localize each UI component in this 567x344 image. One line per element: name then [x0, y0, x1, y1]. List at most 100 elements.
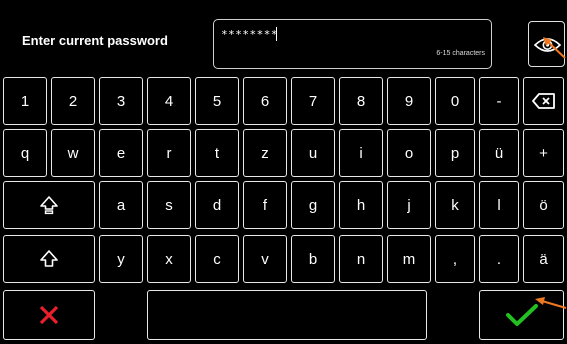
key-m[interactable]: m: [387, 235, 431, 283]
key-8[interactable]: 8: [339, 77, 383, 125]
key-label: e: [116, 144, 126, 162]
key-label: 6: [260, 92, 270, 110]
key-label: 9: [404, 92, 414, 110]
key-label: a: [116, 196, 126, 214]
key-label: i: [359, 144, 363, 162]
key-q[interactable]: q: [3, 129, 47, 177]
key-o[interactable]: o: [387, 129, 431, 177]
key-label: u: [308, 144, 318, 162]
key-label: 1: [20, 92, 30, 110]
key-9[interactable]: 9: [387, 77, 431, 125]
backspace-icon: [531, 93, 555, 109]
key-5[interactable]: 5: [195, 77, 239, 125]
key-label: z: [261, 144, 269, 162]
key-a[interactable]: a: [99, 181, 143, 229]
key-r[interactable]: r: [147, 129, 191, 177]
key-w[interactable]: w: [51, 129, 95, 177]
key-h[interactable]: h: [339, 181, 383, 229]
key-label: y: [117, 250, 125, 268]
password-value: ********: [221, 28, 278, 41]
key-f[interactable]: f: [243, 181, 287, 229]
cross-icon: [39, 305, 59, 325]
key-l[interactable]: l: [479, 181, 519, 229]
key-label: 2: [68, 92, 78, 110]
key-n[interactable]: n: [339, 235, 383, 283]
key-label: d: [212, 196, 222, 214]
key-t[interactable]: t: [195, 129, 239, 177]
caps-lock-key[interactable]: [3, 181, 95, 229]
key-v[interactable]: v: [243, 235, 287, 283]
key-period[interactable]: .: [479, 235, 519, 283]
key-c[interactable]: c: [195, 235, 239, 283]
key-+[interactable]: +: [523, 129, 564, 177]
key-y[interactable]: y: [99, 235, 143, 283]
key-z[interactable]: z: [243, 129, 287, 177]
key-4[interactable]: 4: [147, 77, 191, 125]
key-ä[interactable]: ä: [523, 235, 564, 283]
key-label: q: [20, 144, 30, 162]
key-label: 0: [450, 92, 460, 110]
key-label: o: [404, 144, 414, 162]
key-label: 5: [212, 92, 222, 110]
key-label: ,: [452, 250, 458, 268]
key-i[interactable]: i: [339, 129, 383, 177]
key-label: b: [308, 250, 318, 268]
key-label: 4: [164, 92, 174, 110]
key-1[interactable]: 1: [3, 77, 47, 125]
key-k[interactable]: k: [435, 181, 475, 229]
key-ü[interactable]: ü: [479, 129, 519, 177]
key-label: c: [213, 250, 221, 268]
key-label: s: [165, 196, 173, 214]
key-comma[interactable]: ,: [435, 235, 475, 283]
password-length-hint: 6-15 characters: [436, 50, 485, 57]
key-label: +: [539, 144, 548, 162]
key-label: m: [402, 250, 416, 268]
key-label: 7: [308, 92, 318, 110]
key-label: k: [451, 196, 459, 214]
key-ö[interactable]: ö: [523, 181, 564, 229]
key-label: h: [356, 196, 366, 214]
key-label: ü: [494, 144, 504, 162]
key-g[interactable]: g: [291, 181, 335, 229]
key-label: n: [356, 250, 366, 268]
space-bar[interactable]: [147, 290, 427, 340]
password-keyboard-dialog: Enter current password ******** 6-15 cha…: [0, 0, 567, 344]
key-label: 3: [116, 92, 126, 110]
key-label: r: [166, 144, 172, 162]
key-3[interactable]: 3: [99, 77, 143, 125]
shift-key[interactable]: [3, 235, 95, 283]
dialog-title: Enter current password: [22, 33, 168, 48]
key-7[interactable]: 7: [291, 77, 335, 125]
key-b[interactable]: b: [291, 235, 335, 283]
key-label: t: [214, 144, 220, 162]
key-label: -: [496, 92, 502, 110]
key-0[interactable]: 0: [435, 77, 475, 125]
key-2[interactable]: 2: [51, 77, 95, 125]
key-label: f: [262, 196, 268, 214]
key-d[interactable]: d: [195, 181, 239, 229]
key-label: l: [497, 196, 501, 214]
key-s[interactable]: s: [147, 181, 191, 229]
key-6[interactable]: 6: [243, 77, 287, 125]
key-p[interactable]: p: [435, 129, 475, 177]
shift-icon: [40, 250, 58, 267]
caps-lock-icon: [40, 196, 58, 215]
cancel-button[interactable]: [3, 290, 95, 340]
key-label: 8: [356, 92, 366, 110]
key-e[interactable]: e: [99, 129, 143, 177]
key-label: j: [407, 196, 411, 214]
key-j[interactable]: j: [387, 181, 431, 229]
key-label: w: [67, 144, 79, 162]
key-label: g: [308, 196, 318, 214]
key-x[interactable]: x: [147, 235, 191, 283]
key-u[interactable]: u: [291, 129, 335, 177]
backspace-key[interactable]: [523, 77, 564, 125]
password-field[interactable]: ******** 6-15 characters: [213, 19, 492, 69]
key-label: v: [261, 250, 269, 268]
key--[interactable]: -: [479, 77, 519, 125]
key-label: ö: [539, 196, 548, 214]
key-label: p: [450, 144, 460, 162]
key-label: x: [165, 250, 173, 268]
annotation-arrow-eye: [543, 37, 566, 59]
key-label: ä: [539, 250, 548, 268]
